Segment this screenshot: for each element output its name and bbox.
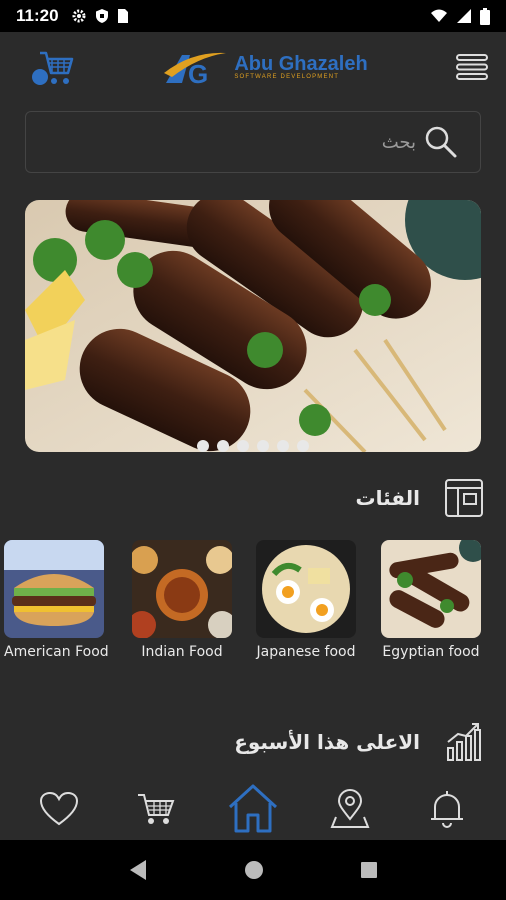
- categories-header: الفئات: [355, 478, 484, 518]
- bottom-nav: [0, 778, 506, 840]
- nav-home[interactable]: [223, 781, 283, 837]
- category-item[interactable]: Indian Food: [132, 540, 232, 660]
- category-image: [381, 540, 481, 638]
- category-item[interactable]: American Food: [4, 540, 109, 660]
- carousel-dot[interactable]: [237, 440, 249, 452]
- shield-status-icon: [95, 9, 108, 23]
- heart-icon[interactable]: [39, 791, 79, 827]
- company-logo: G Abu Ghazaleh SOFTWARE DEVELOPMENT: [162, 47, 368, 87]
- banner-carousel[interactable]: [25, 200, 481, 452]
- logo-mark-icon: G: [164, 52, 227, 87]
- category-label: Japanese food: [256, 644, 356, 660]
- nav-location[interactable]: [320, 781, 380, 837]
- status-time: 11:20: [16, 6, 59, 25]
- carousel-dot[interactable]: [257, 440, 269, 452]
- nav-favorites[interactable]: [29, 781, 89, 837]
- categories-title: الفئات: [355, 486, 420, 510]
- recents-icon[interactable]: [360, 861, 378, 879]
- signal-icon: [457, 9, 471, 23]
- battery-icon: [480, 7, 490, 25]
- back-icon[interactable]: [128, 859, 148, 881]
- carousel-dot[interactable]: [297, 440, 309, 452]
- category-label: Indian Food: [141, 644, 223, 660]
- carousel-dots: [25, 440, 481, 452]
- cart-icon[interactable]: [30, 47, 74, 87]
- category-label: Egyptian food: [382, 644, 480, 660]
- category-item[interactable]: Japanese food: [256, 540, 356, 660]
- search-box[interactable]: [25, 111, 481, 173]
- home-system-icon[interactable]: [244, 860, 264, 880]
- category-item[interactable]: Egyptian food: [381, 540, 481, 660]
- home-icon[interactable]: [226, 783, 280, 835]
- carousel-dot[interactable]: [197, 440, 209, 452]
- shopping-cart-icon[interactable]: [136, 791, 176, 827]
- app-header: G Abu Ghazaleh SOFTWARE DEVELOPMENT: [0, 32, 506, 102]
- wifi-icon: [431, 9, 447, 22]
- location-icon[interactable]: [330, 789, 370, 829]
- system-nav-bar: [0, 840, 506, 900]
- categories-icon: [445, 479, 483, 517]
- nav-cart[interactable]: [126, 781, 186, 837]
- categories-list: American Food Indian Food Japanese food …: [0, 540, 506, 670]
- category-label: American Food: [4, 644, 109, 660]
- search-icon[interactable]: [424, 125, 458, 159]
- logo-subtitle: SOFTWARE DEVELOPMENT: [234, 74, 340, 80]
- category-image: [132, 540, 232, 638]
- banner-image: [25, 200, 481, 452]
- chart-growth-icon: [447, 723, 481, 761]
- category-image: [256, 540, 356, 638]
- top-week-header: الاعلى هذا الأسبوع: [234, 722, 484, 762]
- carousel-dot[interactable]: [217, 440, 229, 452]
- settings-status-icon: [72, 9, 86, 23]
- top-week-title: الاعلى هذا الأسبوع: [234, 730, 420, 754]
- nav-notifications[interactable]: [417, 781, 477, 837]
- category-image: [4, 540, 104, 638]
- status-bar: 11:20: [0, 0, 506, 32]
- sim-status-icon: [117, 9, 128, 23]
- search-input[interactable]: [116, 131, 416, 153]
- logo-name: Abu Ghazaleh: [234, 53, 368, 75]
- carousel-dot[interactable]: [277, 440, 289, 452]
- menu-icon[interactable]: [455, 52, 488, 82]
- bell-icon[interactable]: [427, 789, 467, 829]
- svg-text:G: G: [188, 59, 208, 87]
